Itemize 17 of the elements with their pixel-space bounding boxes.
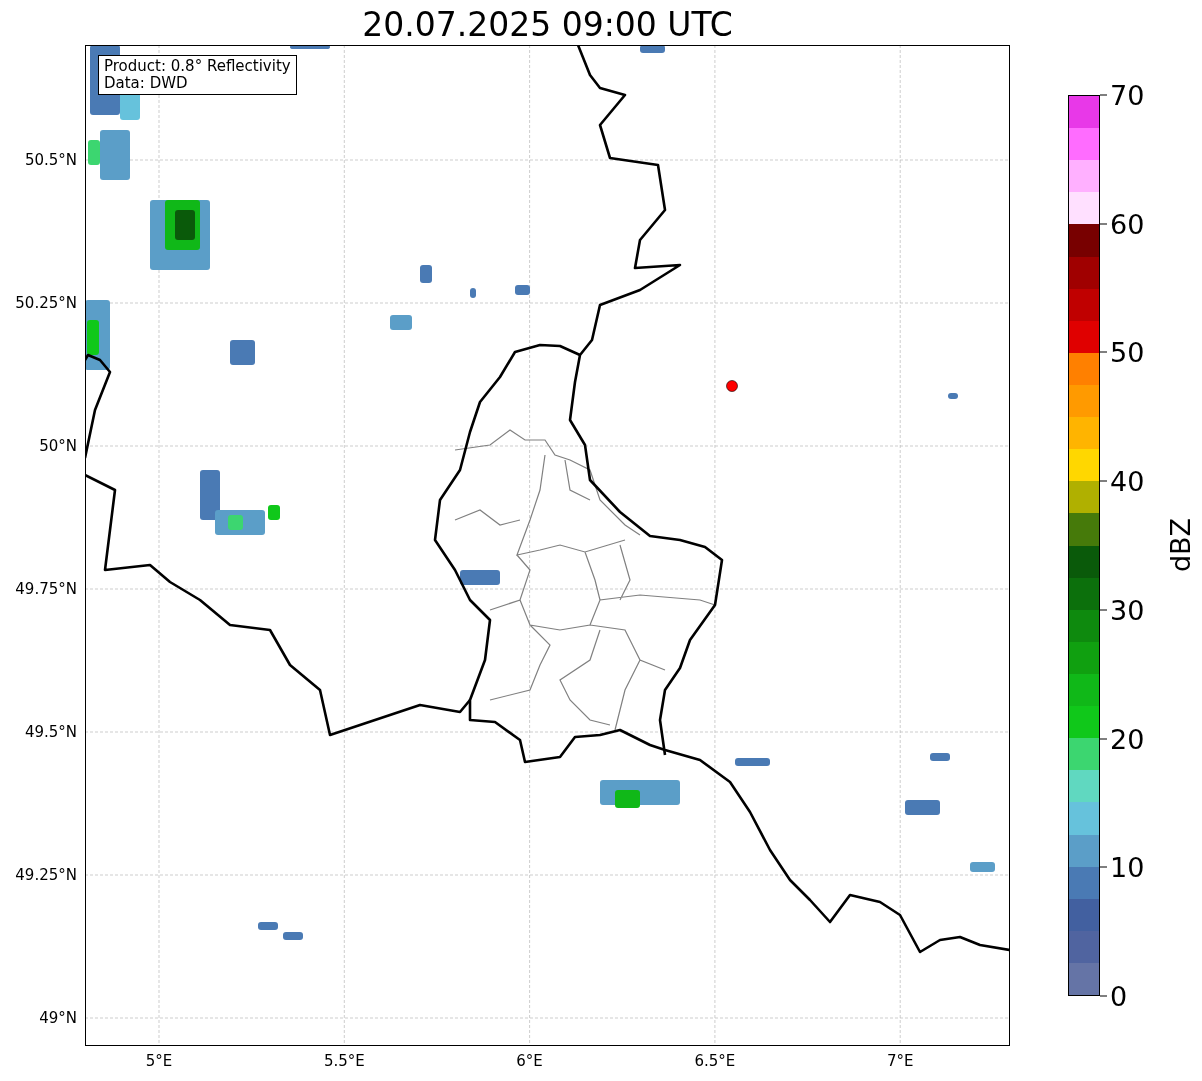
latitude-label: 49°N bbox=[39, 1009, 77, 1027]
latitude-label: 49.75°N bbox=[15, 580, 77, 598]
figure-title: 20.07.2025 09:00 UTC bbox=[361, 4, 734, 45]
longitude-label: 5.5°E bbox=[323, 1052, 365, 1070]
info-text: Product: 0.8° Reflectivity bbox=[104, 58, 291, 75]
longitude-label: 7°E bbox=[886, 1052, 914, 1070]
latitude-label: 50.5°N bbox=[24, 151, 77, 169]
longitude-label: 6.5°E bbox=[694, 1052, 736, 1070]
latitude-label: 50°N bbox=[39, 437, 77, 455]
latitude-label: 49.25°N bbox=[15, 866, 77, 884]
location-marker bbox=[726, 380, 738, 392]
longitude-label: 6°E bbox=[516, 1052, 543, 1070]
latitude-label: 50.25°N bbox=[15, 294, 77, 312]
latitude-label: 49.5°N bbox=[24, 723, 77, 741]
info-text: Data: DWD bbox=[104, 75, 189, 92]
longitude-label: 5°E bbox=[145, 1052, 173, 1070]
colorbar-label: dBZ bbox=[1164, 517, 1196, 573]
